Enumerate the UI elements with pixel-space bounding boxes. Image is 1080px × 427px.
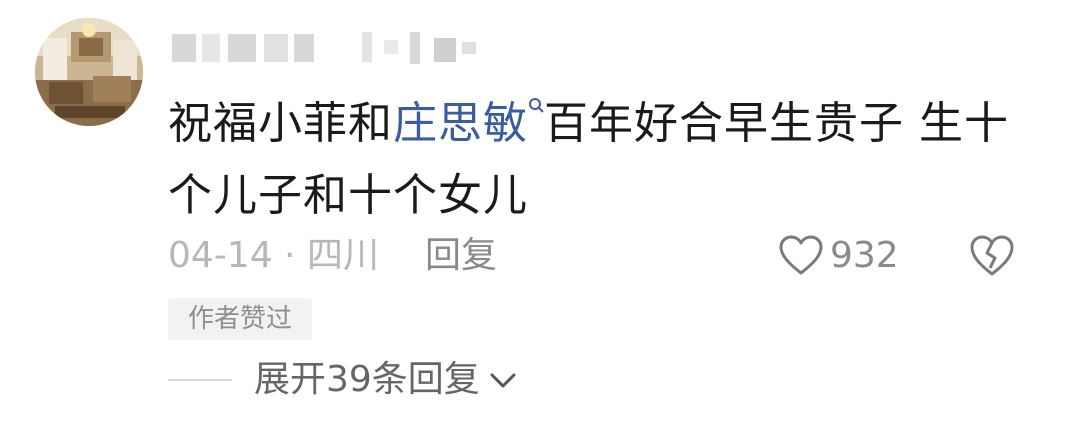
expand-replies[interactable]: 展开39条回复: [168, 356, 518, 404]
reply-button[interactable]: 回复: [425, 232, 497, 280]
search-icon[interactable]: [528, 96, 544, 120]
avatar[interactable]: [35, 18, 143, 126]
comment-text: 祝福小菲和庄思敏 百年好合早生贵子 生十个儿子和十个女儿: [168, 88, 1038, 232]
expand-replies-label[interactable]: 展开39条回复: [254, 356, 480, 404]
broken-heart-icon: [970, 235, 1014, 276]
like-button[interactable]: 932: [778, 232, 899, 280]
comment-prefix: 祝福小菲和: [168, 98, 393, 149]
heart-outline-icon: [779, 235, 823, 275]
comment-date-location: 04-14 · 四川: [168, 235, 379, 276]
mention-link[interactable]: 庄思敏: [393, 98, 528, 149]
divider-line: [168, 379, 232, 381]
username-blurred[interactable]: [172, 30, 492, 70]
dislike-button[interactable]: [968, 234, 1016, 278]
chevron-down-icon: [490, 373, 516, 388]
like-count: 932: [830, 235, 899, 276]
avatar-image: [35, 18, 143, 126]
author-liked-badge: 作者赞过: [168, 298, 312, 340]
